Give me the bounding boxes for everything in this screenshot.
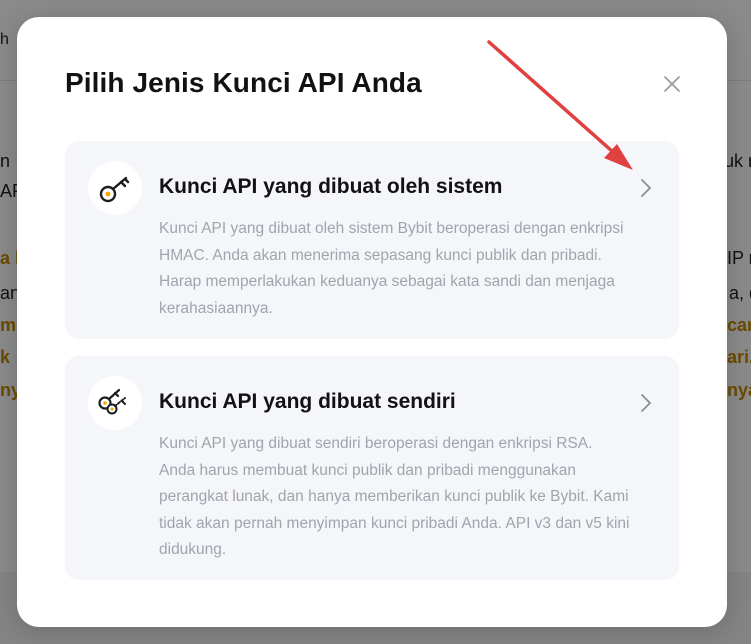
card-description: Kunci API yang dibuat oleh sistem Bybit … bbox=[159, 220, 624, 317]
double-key-icon bbox=[98, 388, 126, 415]
dialog-title: Pilih Jenis Kunci API Anda bbox=[65, 67, 422, 98]
card-title: Kunci API yang dibuat sendiri bbox=[159, 390, 456, 413]
card-title: Kunci API yang dibuat oleh sistem bbox=[159, 175, 503, 198]
card-description: Kunci API yang dibuat sendiri beroperasi… bbox=[159, 435, 630, 558]
close-icon bbox=[664, 76, 680, 92]
api-key-type-dialog: Pilih Jenis Kunci API Anda Kunci API yan… bbox=[17, 17, 727, 627]
system-generated-key-option[interactable]: Kunci API yang dibuat oleh sistem Kunci … bbox=[65, 141, 679, 339]
card-icon-badge bbox=[88, 161, 142, 215]
card-icon-badge bbox=[88, 376, 142, 430]
self-generated-key-option[interactable]: Kunci API yang dibuat sendiri Kunci API … bbox=[65, 356, 679, 580]
chevron-right-icon bbox=[641, 179, 651, 197]
close-button[interactable] bbox=[657, 69, 687, 99]
key-icon bbox=[99, 176, 130, 203]
chevron-right-icon bbox=[641, 394, 651, 412]
